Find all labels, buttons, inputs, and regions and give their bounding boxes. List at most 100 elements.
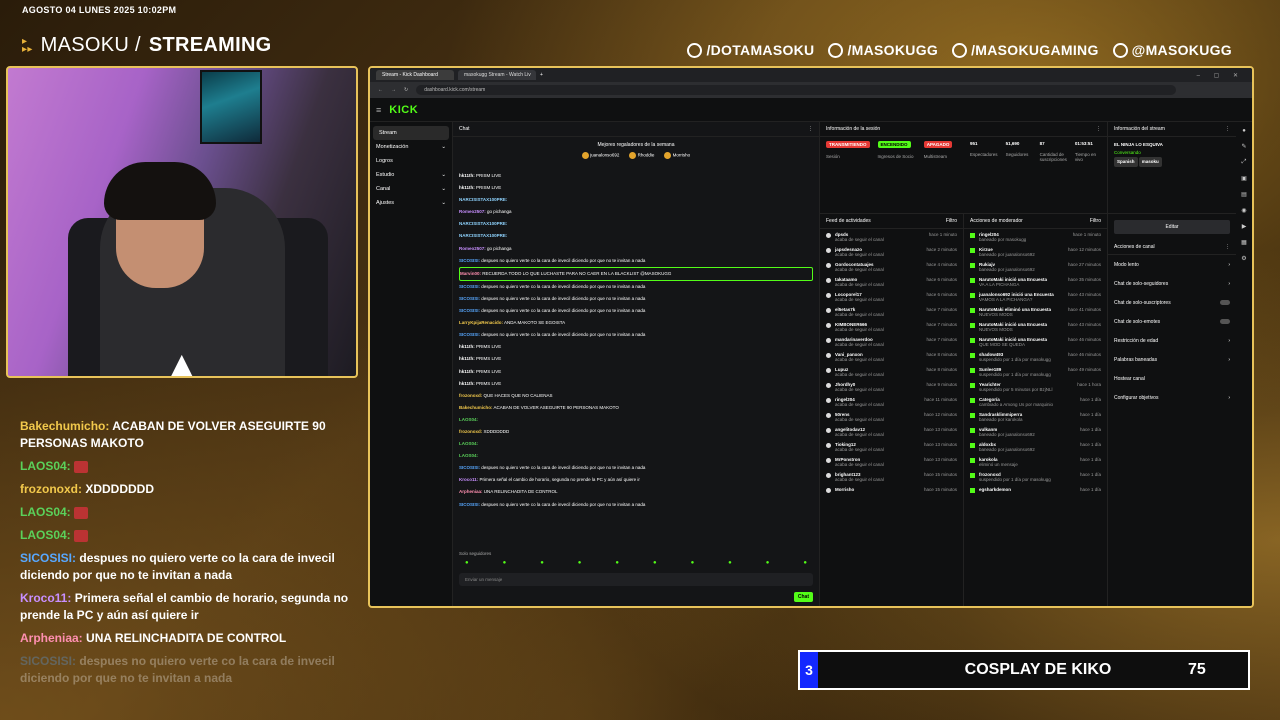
chat-username[interactable]: frozonoxd:: [459, 393, 482, 398]
chat-username[interactable]: Bakechumicho:: [459, 405, 493, 410]
chat-username[interactable]: SICOSISI:: [459, 258, 480, 263]
channel-action[interactable]: Chat de solo-emotes: [1108, 312, 1236, 331]
chat-username[interactable]: LarryKpijaRenacido:: [459, 320, 503, 325]
chat-username[interactable]: hk11th:: [459, 381, 475, 386]
chat-message: hk11th: PRIMS LIVE: [459, 378, 813, 390]
back-icon[interactable]: ←: [378, 87, 383, 93]
channel-action[interactable]: Hostear canal: [1108, 369, 1236, 388]
window-controls[interactable]: – ▢ ✕: [1197, 72, 1252, 79]
channel-action[interactable]: Palabras baneadas ›: [1108, 350, 1236, 369]
more-options-icon[interactable]: ⋮: [1096, 126, 1101, 132]
status-label: Multistream: [923, 154, 948, 159]
more-options-icon[interactable]: ⋮: [1225, 244, 1230, 250]
channel-action[interactable]: Chat de solo-suscriptores: [1108, 293, 1236, 312]
chat-username[interactable]: Romeo2507:: [459, 246, 486, 251]
chat-username[interactable]: Arpheniaa:: [459, 489, 483, 494]
social-link[interactable]: /MASOKUGAMING: [952, 42, 1099, 58]
chat-username[interactable]: SICOSISI:: [459, 308, 480, 313]
more-options-icon[interactable]: ⋮: [808, 126, 813, 132]
toggle-switch[interactable]: [1220, 299, 1230, 305]
channel-action[interactable]: Configurar objetivos ›: [1108, 388, 1236, 407]
reload-icon[interactable]: ↻: [404, 87, 408, 93]
toolbar-icon[interactable]: ◉: [1241, 207, 1246, 214]
hamburger-menu-icon[interactable]: ≡: [376, 105, 381, 115]
chat-username[interactable]: Romeo2507:: [459, 209, 486, 214]
feed-filter-button[interactable]: Filtro: [946, 218, 957, 224]
emote-icon[interactable]: ●: [691, 560, 695, 566]
sidebar-item[interactable]: Logros: [370, 154, 452, 168]
sidebar-item[interactable]: Estudio ⌄: [370, 168, 452, 182]
mod-filter-button[interactable]: Filtro: [1090, 218, 1101, 224]
social-link[interactable]: /MASOKUGG: [828, 42, 938, 58]
heart-icon: [826, 382, 831, 388]
stream-category[interactable]: Conversando: [1114, 149, 1230, 157]
chat-username[interactable]: SICOSISI:: [459, 502, 480, 507]
item-time: hace 49 minutos: [1067, 366, 1101, 372]
emote-icon[interactable]: ●: [578, 560, 582, 566]
social-link[interactable]: @MASOKUGG: [1112, 42, 1232, 58]
chat-username[interactable]: NARCISISTAX100PRE:: [459, 221, 507, 226]
chat-username[interactable]: SICOSISI:: [459, 332, 480, 337]
chat-username[interactable]: SICOSISI:: [459, 465, 480, 470]
item-time: hace 1 día: [1079, 456, 1101, 462]
toggle-switch[interactable]: [1220, 318, 1230, 324]
more-options-icon[interactable]: ⋮: [1225, 126, 1230, 132]
toolbar-icon[interactable]: ▣: [1241, 175, 1247, 182]
chat-send-button[interactable]: Chat: [793, 592, 813, 602]
tab-kick-stream[interactable]: masokugg Stream - Watch Liv: [458, 70, 536, 80]
chat-username[interactable]: LAOS04:: [459, 417, 478, 422]
emote-icon[interactable]: ●: [503, 560, 507, 566]
chat-username[interactable]: hk11th:: [459, 173, 475, 178]
chat-username[interactable]: Marvin00:: [460, 271, 481, 276]
chat-username[interactable]: Kroco11:: [459, 477, 478, 482]
url-field[interactable]: dashboard.kick.com/stream: [416, 85, 1177, 95]
emote-icon[interactable]: ●: [728, 560, 732, 566]
chat-username[interactable]: LAOS04:: [459, 453, 478, 458]
chat-username[interactable]: SICOSISI:: [459, 296, 480, 301]
emote-icon[interactable]: ●: [803, 560, 807, 566]
sidebar-item[interactable]: Canal ⌄: [370, 182, 452, 196]
toolbar-icon[interactable]: ▶: [1242, 223, 1247, 230]
chat-username[interactable]: hk11th:: [459, 356, 475, 361]
toolbar-icon[interactable]: ▦: [1241, 239, 1247, 246]
chat-username[interactable]: NARCISISTAX100PRE:: [459, 197, 507, 202]
emote-icon[interactable]: ●: [615, 560, 619, 566]
tab-kick-dashboard[interactable]: Stream - Kick Dashboard: [376, 70, 454, 80]
chat-username[interactable]: NARCISISTAX100PRE:: [459, 233, 507, 238]
emote-icon[interactable]: ●: [653, 560, 657, 566]
forward-icon[interactable]: →: [391, 87, 396, 93]
sidebar-item[interactable]: Monetización ⌄: [370, 140, 452, 154]
sidebar-item[interactable]: Stream: [373, 126, 449, 140]
pencil-icon[interactable]: ✎: [1241, 143, 1246, 150]
toolbar-icon[interactable]: ●: [1242, 128, 1246, 134]
edit-stream-button[interactable]: Editar: [1114, 220, 1230, 234]
settings-icon[interactable]: ⚙: [1241, 255, 1246, 262]
new-tab-icon[interactable]: +: [540, 72, 543, 78]
item-time: hace 1 día: [1079, 426, 1101, 432]
chat-input[interactable]: Enviar un mensaje: [459, 573, 813, 586]
channel-action[interactable]: Chat de solo-seguidores ›: [1108, 274, 1236, 293]
heart-icon: [826, 337, 831, 343]
chat-username[interactable]: SICOSISI:: [459, 284, 480, 289]
item-time: hace 8 minutos: [926, 366, 957, 372]
kick-logo[interactable]: KICK: [389, 104, 418, 116]
chat-username[interactable]: hk11th:: [459, 185, 475, 190]
chat-text: despues no quiero verte co la cara de in…: [481, 308, 646, 314]
emote-icon[interactable]: ●: [766, 560, 770, 566]
emote-icon[interactable]: ●: [540, 560, 544, 566]
stream-info-panel: Información del stream ⋮ EL NINJA LO ESQU…: [1108, 122, 1236, 213]
sidebar-item[interactable]: Ajustes ⌄: [370, 196, 452, 210]
channel-action[interactable]: Modo lento ›: [1108, 255, 1236, 274]
chevron-right-icon: ›: [1228, 394, 1230, 401]
chat-username[interactable]: hk11th:: [459, 344, 475, 349]
item-time: hace 12 minutos: [923, 411, 957, 417]
chat-username[interactable]: LAOS04:: [459, 441, 478, 446]
toolbar-icon[interactable]: ▤: [1241, 191, 1247, 198]
item-subtext: acaba de seguir el canal: [835, 401, 884, 407]
chat-username[interactable]: hk11th:: [459, 369, 475, 374]
channel-action[interactable]: Restricción de edad ›: [1108, 331, 1236, 350]
emote-icon[interactable]: ●: [465, 560, 469, 566]
chat-username[interactable]: frozonoxd:: [459, 429, 482, 434]
expand-icon[interactable]: ⤢: [1242, 159, 1247, 166]
social-link[interactable]: /DOTAMASOKU: [687, 42, 814, 58]
